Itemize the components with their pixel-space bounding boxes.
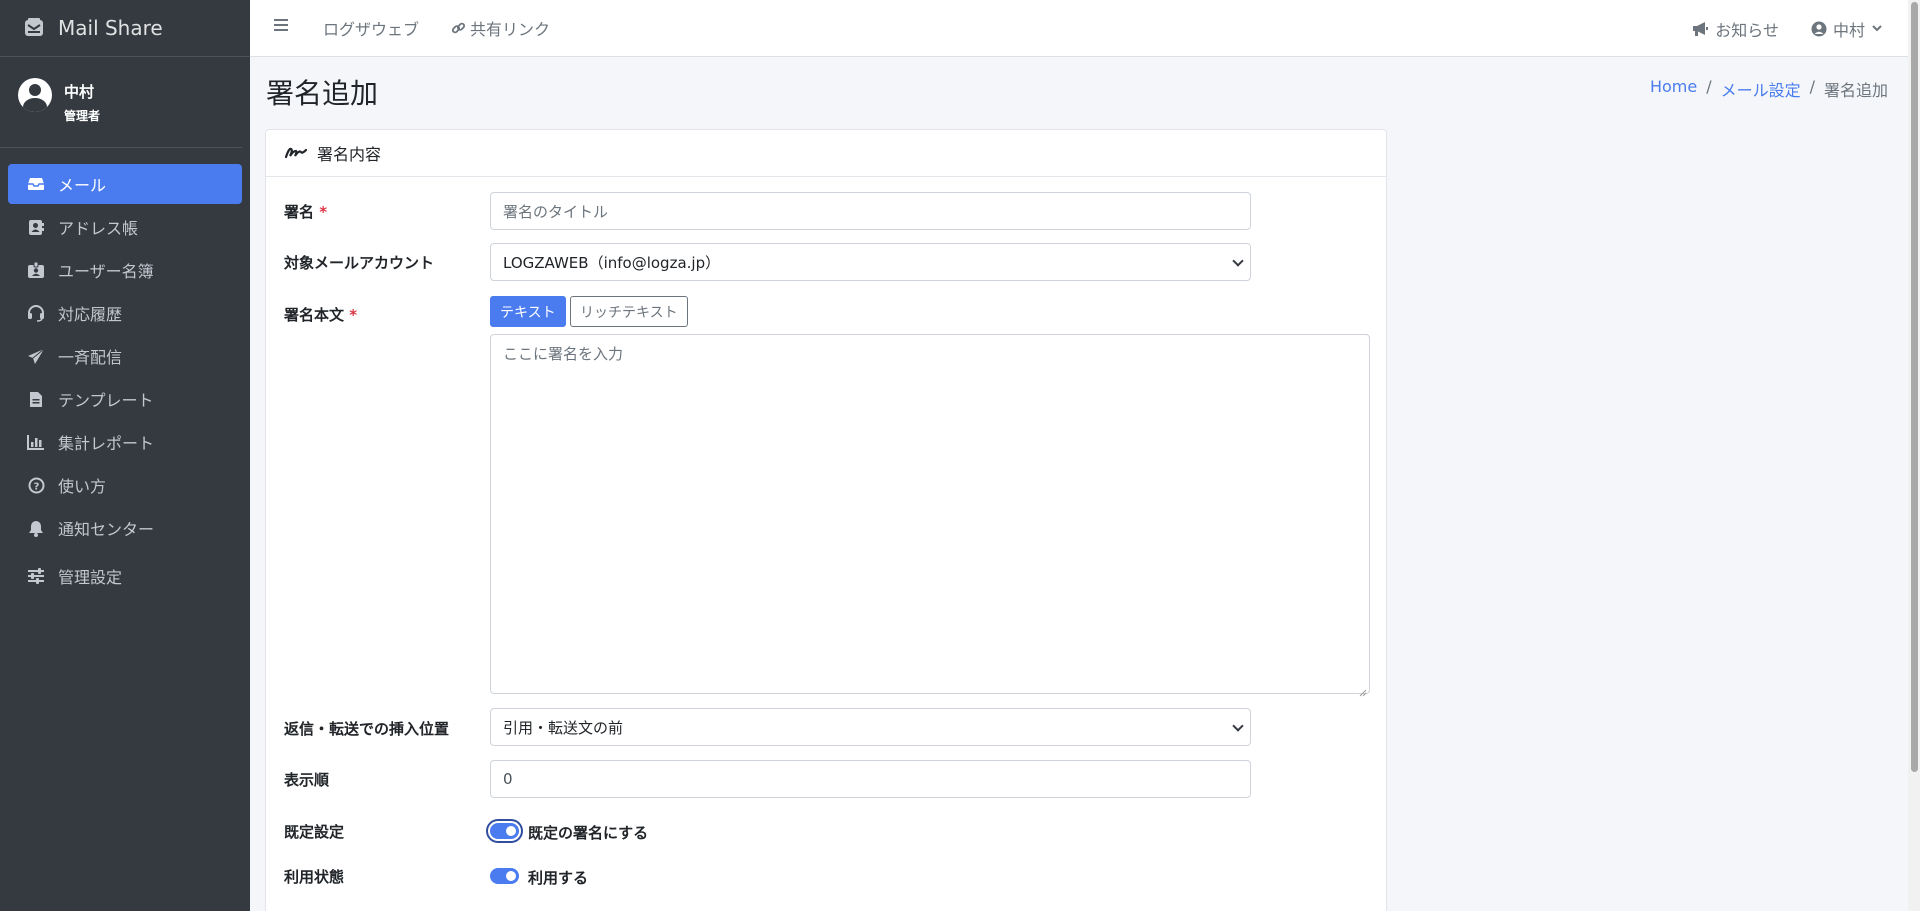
user-panel[interactable]: 中村 管理者 [0, 57, 242, 148]
user-name: 中村 [64, 82, 95, 101]
chevron-down-icon [1872, 25, 1882, 32]
status-label: 利用状態 [284, 868, 345, 886]
top-navbar: ログザウェブ 共有リンク お知らせ 中村 [250, 0, 1908, 57]
sidebar-item-label: 対応履歴 [58, 305, 123, 324]
card-title: 署名内容 [317, 145, 382, 164]
link-icon [451, 21, 466, 36]
notifications-label: お知らせ [1715, 20, 1779, 40]
address-book-icon [26, 218, 46, 236]
sidebar-item-label: 通知センター [58, 520, 155, 539]
chevron-down-icon [1232, 720, 1244, 732]
brand[interactable]: Mail Share [0, 0, 250, 57]
page-title: 署名追加 [266, 77, 379, 110]
bell-icon [26, 519, 46, 537]
id-badge-icon [26, 261, 46, 279]
card-header: 署名内容 [266, 130, 1386, 177]
sidebar-item-admin-settings[interactable]: 管理設定 [8, 556, 242, 596]
paper-plane-icon [26, 347, 46, 365]
sidebar-item-help[interactable]: ? 使い方 [8, 465, 242, 505]
default-signature-toggle[interactable] [490, 823, 519, 839]
sidebar: Mail Share 中村 管理者 メール アドレス帳 ユーザー名簿 対応履歴 … [0, 0, 250, 911]
page-scrollbar[interactable] [1908, 0, 1920, 911]
user-menu-dropdown[interactable]: 中村 [1811, 17, 1882, 41]
required-mark: * [349, 306, 358, 324]
inbox-icon [26, 175, 46, 193]
sidebar-item-label: ユーザー名簿 [58, 262, 154, 281]
nav-link-logzaweb[interactable]: ログザウェブ [323, 16, 419, 40]
sidebar-item-user-list[interactable]: ユーザー名簿 [8, 250, 242, 290]
sidebar-item-label: 管理設定 [58, 568, 123, 587]
display-order-label: 表示順 [284, 771, 330, 789]
sidebar-item-notifications[interactable]: 通知センター [8, 508, 242, 548]
sidebar-item-label: 使い方 [58, 477, 107, 496]
breadcrumb-current: 署名追加 [1823, 81, 1888, 100]
account-label: 対象メールアカウント [284, 254, 435, 272]
sidebar-item-address-book[interactable]: アドレス帳 [8, 207, 242, 247]
file-text-icon [26, 390, 46, 408]
headset-icon [26, 304, 46, 322]
signature-body-placeholder: ここに署名を入力 [503, 345, 624, 363]
account-select-value: LOGZAWEB（info@logza.jp） [503, 253, 721, 272]
account-select[interactable]: LOGZAWEB（info@logza.jp） [490, 243, 1251, 281]
megaphone-icon [1691, 21, 1709, 37]
insert-position-value: 引用・転送文の前 [503, 718, 624, 737]
insert-position-label: 返信・転送での挿入位置 [284, 720, 450, 738]
breadcrumb-separator: / [1809, 77, 1815, 96]
sidebar-item-broadcast[interactable]: 一斉配信 [8, 336, 242, 376]
sidebar-item-label: アドレス帳 [58, 219, 139, 238]
breadcrumb-separator: / [1706, 77, 1712, 96]
signature-title-input[interactable]: 署名のタイトル [490, 192, 1251, 230]
svg-text:?: ? [33, 481, 39, 492]
sidebar-item-templates[interactable]: テンプレート [8, 379, 242, 419]
sidebar-item-history[interactable]: 対応履歴 [8, 293, 242, 333]
body-label: 署名本文 * [284, 306, 358, 324]
user-circle-icon [1811, 21, 1827, 37]
sliders-icon [26, 567, 46, 585]
scrollbar-thumb[interactable] [1911, 2, 1918, 772]
brand-name: Mail Share [58, 16, 163, 40]
display-order-input[interactable]: 0 [490, 760, 1251, 798]
enabled-toggle[interactable] [490, 868, 519, 884]
mail-share-logo-icon [22, 16, 46, 40]
chevron-down-icon [1232, 255, 1244, 267]
signature-label: 署名 * [284, 203, 328, 221]
shared-link-label: 共有リンク [470, 20, 551, 39]
sidebar-item-label: メール [58, 176, 107, 195]
default-setting-label: 既定設定 [284, 823, 345, 841]
user-menu-label: 中村 [1832, 20, 1865, 40]
sidebar-item-label: 一斉配信 [58, 348, 123, 367]
display-order-value: 0 [503, 770, 513, 788]
question-circle-icon: ? [26, 476, 46, 494]
sidebar-nav: メール アドレス帳 ユーザー名簿 対応履歴 一斉配信 テンプレート 集計レポート… [0, 148, 250, 596]
breadcrumb: Home / メール設定 / 署名追加 [1650, 77, 1888, 101]
top-right-menu: お知らせ 中村 [1691, 0, 1908, 57]
default-signature-toggle-label[interactable]: 既定の署名にする [528, 822, 648, 843]
enabled-toggle-label[interactable]: 利用する [528, 867, 588, 888]
signature-title-placeholder: 署名のタイトル [503, 202, 609, 221]
signature-icon [285, 146, 307, 160]
breadcrumb-mail-settings[interactable]: メール設定 [1721, 77, 1801, 101]
required-mark: * [319, 203, 328, 221]
rich-text-mode-button[interactable]: リッチテキスト [570, 296, 688, 327]
notifications-button[interactable]: お知らせ [1691, 17, 1779, 41]
user-role: 管理者 [64, 108, 101, 123]
nav-link-shared-link[interactable]: 共有リンク [451, 16, 550, 40]
text-mode-button[interactable]: テキスト [490, 296, 566, 327]
signature-card: 署名内容 署名 * 署名のタイトル 対象メールアカウント LOGZAWEB（in… [265, 129, 1387, 911]
sidebar-item-label: 集計レポート [58, 434, 155, 453]
signature-body-textarea[interactable]: ここに署名を入力 [490, 334, 1370, 697]
user-avatar-icon [18, 78, 52, 112]
bar-chart-icon [26, 433, 46, 451]
breadcrumb-home[interactable]: Home [1650, 77, 1697, 101]
sidebar-item-reports[interactable]: 集計レポート [8, 422, 242, 462]
resize-grip-icon[interactable] [1359, 683, 1367, 697]
sidebar-item-mail[interactable]: メール [8, 164, 242, 204]
menu-toggle-icon[interactable] [274, 18, 290, 33]
insert-position-select[interactable]: 引用・転送文の前 [490, 708, 1251, 746]
sidebar-item-label: テンプレート [58, 391, 154, 410]
